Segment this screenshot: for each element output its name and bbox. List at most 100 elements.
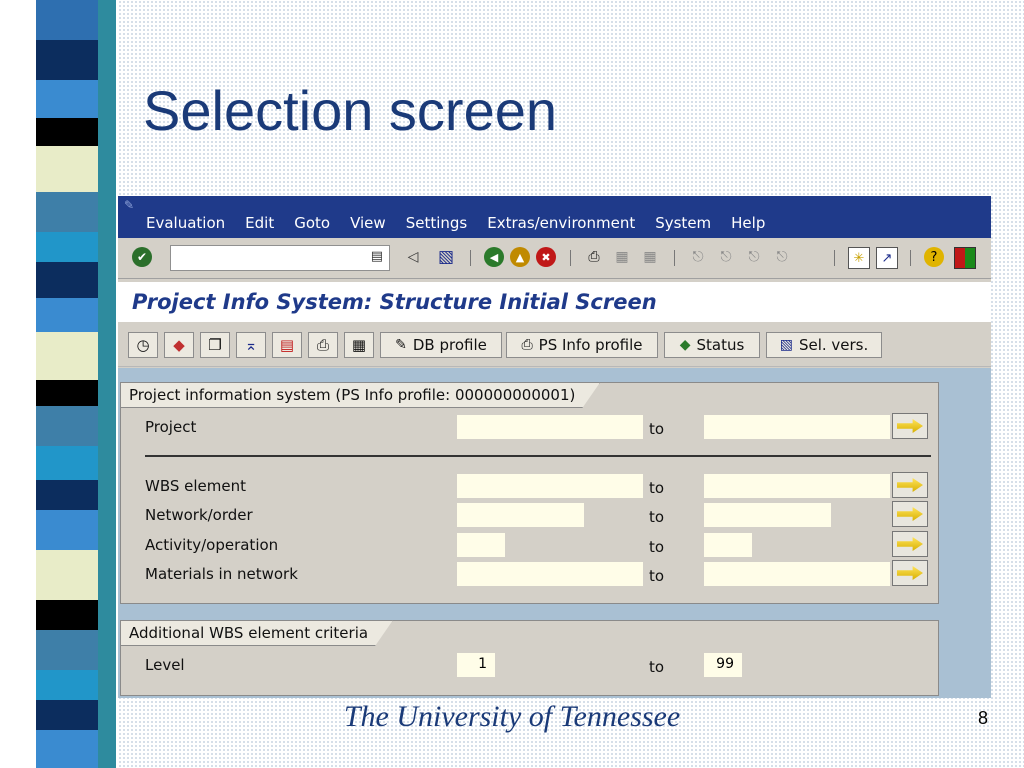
level-to-input[interactable]: 99 (704, 653, 742, 677)
menu-system[interactable]: System (655, 214, 711, 232)
menu-settings[interactable]: Settings (406, 214, 468, 232)
screen-title: Project Info System: Structure Initial S… (132, 290, 657, 314)
structure-button[interactable]: ◆ (164, 332, 194, 358)
wbs-element-from-input[interactable] (457, 474, 643, 498)
first-page-icon[interactable]: ⎋ (688, 247, 708, 267)
to-label: to (649, 658, 665, 676)
ps-info-profile-label: PS Info profile (538, 336, 643, 354)
to-label: to (649, 508, 665, 526)
menu-evaluation[interactable]: Evaluation (146, 214, 225, 232)
shortcut-icon[interactable]: ↗ (876, 247, 898, 269)
find-next-icon[interactable]: ▦ (640, 247, 660, 267)
export-button[interactable]: ⎙ (308, 332, 338, 358)
menu-bar: ✎ Evaluation Edit Goto View Settings Ext… (118, 196, 991, 238)
screen-title-bar: Project Info System: Structure Initial S… (118, 282, 991, 322)
last-page-icon[interactable]: ⎋ (772, 247, 792, 267)
help-icon[interactable]: ? (924, 247, 944, 267)
divider (145, 455, 931, 457)
to-label: to (649, 479, 665, 497)
ps-info-profile-button[interactable]: ⎙ PS Info profile (506, 332, 658, 358)
activity-operation-to-input[interactable] (704, 533, 752, 557)
menu-help[interactable]: Help (731, 214, 765, 232)
execute-button[interactable]: ◷ (128, 332, 158, 358)
to-label: to (649, 420, 665, 438)
field-label: Materials in network (145, 565, 298, 583)
group-title: Project information system (PS Info prof… (120, 382, 600, 408)
save-icon[interactable]: ▧ (436, 247, 456, 267)
find-icon[interactable]: ▦ (612, 247, 632, 267)
brackets-icon: ⌅ (244, 336, 258, 354)
menu-edit[interactable]: Edit (245, 214, 274, 232)
back-icon[interactable]: ◁ (403, 247, 423, 267)
toolbar-separator (910, 250, 911, 266)
multiple-selection-button[interactable] (892, 531, 928, 557)
multiple-selection-button[interactable] (892, 560, 928, 586)
materials-from-input[interactable] (457, 562, 643, 586)
select-button[interactable]: ⌅ (236, 332, 266, 358)
export-icon: ⎙ (316, 336, 329, 354)
toolbar-separator (570, 250, 571, 266)
field-label: Network/order (145, 506, 253, 524)
history-icon[interactable]: ▤ (371, 249, 383, 264)
additional-wbs-group: Additional WBS element criteria Level 1 … (120, 620, 939, 696)
row-level: Level 1 to 99 (121, 651, 940, 679)
copy-button[interactable]: ❐ (200, 332, 230, 358)
table-button[interactable]: ▦ (344, 332, 374, 358)
sel-vers-label: Sel. vers. (798, 336, 869, 354)
command-field[interactable]: ▤ (170, 245, 390, 271)
window-menu-icon[interactable]: ✎ (124, 198, 134, 212)
arrow-right-icon (897, 537, 923, 551)
menu-view[interactable]: View (350, 214, 386, 232)
project-to-input[interactable] (704, 415, 890, 439)
up-icon[interactable]: ▲ (510, 247, 530, 267)
multiple-selection-button[interactable] (892, 413, 928, 439)
selection-area: Project information system (PS Info prof… (118, 368, 991, 698)
multiple-selection-button[interactable] (892, 472, 928, 498)
decorative-stripes (36, 0, 98, 768)
print-icon[interactable]: ⎙ (584, 247, 604, 267)
pencil-icon: ✎ (395, 337, 407, 353)
toolbar-separator (470, 250, 471, 266)
slide-footer: The University of Tennessee (343, 700, 681, 733)
level-from-input[interactable]: 1 (457, 653, 495, 677)
status-button[interactable]: ◆ Status (664, 332, 760, 358)
enter-icon[interactable]: ✔ (132, 247, 152, 267)
to-label: to (649, 538, 665, 556)
group-title: Additional WBS element criteria (120, 620, 393, 646)
page-number: 8 (977, 708, 988, 728)
table-icon: ▦ (351, 336, 367, 354)
status-label: Status (696, 336, 745, 354)
sel-vers-button[interactable]: ▧ Sel. vers. (766, 332, 882, 358)
status-icon: ◆ (679, 337, 691, 353)
arrow-right-icon (897, 566, 923, 580)
field-label: Project (145, 418, 197, 436)
application-toolbar: ◷ ◆ ❐ ⌅ ▤ ⎙ ▦ ✎ DB profile ⎙ PS Info profi… (118, 324, 991, 367)
db-profile-label: DB profile (412, 336, 487, 354)
activity-operation-from-input[interactable] (457, 533, 505, 557)
back-arrow-icon[interactable]: ◀ (484, 247, 504, 267)
menu-items: Evaluation Edit Goto View Settings Extra… (146, 214, 765, 232)
menu-extras-environment[interactable]: Extras/environment (487, 214, 635, 232)
wbs-element-to-input[interactable] (704, 474, 890, 498)
list-icon: ▤ (279, 336, 295, 354)
db-profile-button[interactable]: ✎ DB profile (380, 332, 502, 358)
sap-window: ✎ Evaluation Edit Goto View Settings Ext… (118, 196, 991, 698)
project-from-input[interactable] (457, 415, 643, 439)
create-session-icon[interactable]: ✳ (848, 247, 870, 269)
previous-page-icon[interactable]: ⎋ (716, 247, 736, 267)
decorative-line (98, 0, 116, 768)
toolbar-separator (834, 250, 835, 266)
menu-goto[interactable]: Goto (294, 214, 330, 232)
network-order-to-input[interactable] (704, 503, 831, 527)
materials-to-input[interactable] (704, 562, 890, 586)
arrow-right-icon (897, 507, 923, 521)
layout-icon[interactable] (954, 247, 976, 269)
network-order-from-input[interactable] (457, 503, 584, 527)
row-materials-in-network: Materials in network to (121, 560, 940, 588)
multiple-selection-button[interactable] (892, 501, 928, 527)
list-button[interactable]: ▤ (272, 332, 302, 358)
cancel-icon[interactable]: ✖ (536, 247, 556, 267)
next-page-icon[interactable]: ⎋ (744, 247, 764, 267)
diamond-icon: ◆ (173, 336, 185, 354)
field-label: Activity/operation (145, 536, 279, 554)
